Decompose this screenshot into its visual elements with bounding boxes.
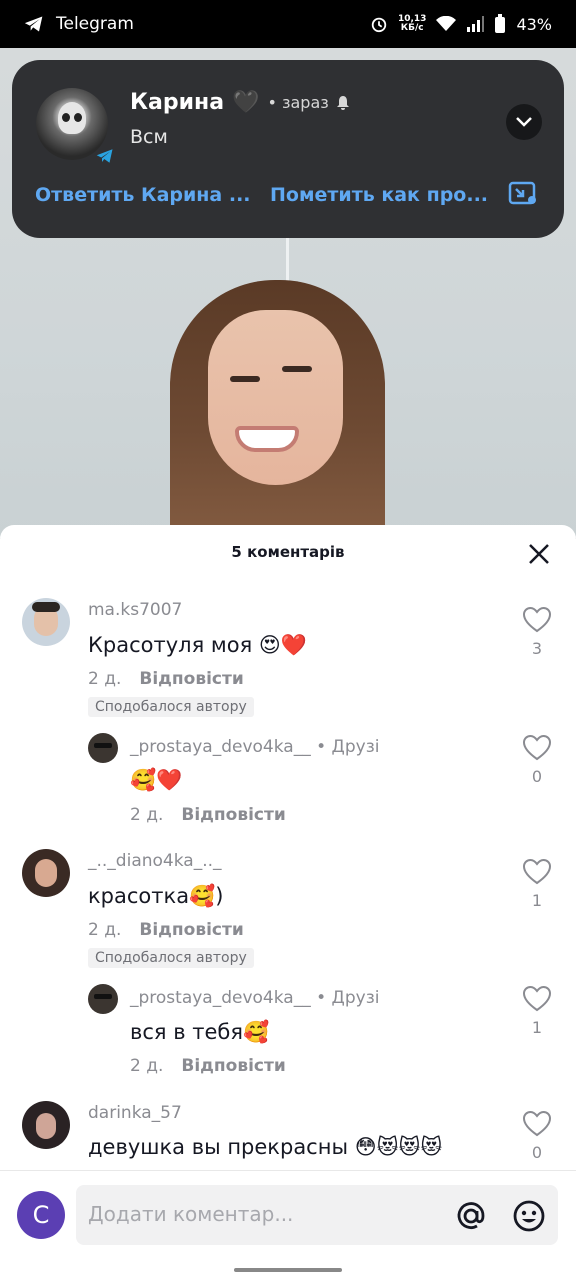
heart-outline-icon [522, 734, 552, 761]
alarm-icon [371, 17, 387, 33]
comment-age: 2 д. [130, 1056, 164, 1076]
like-button[interactable]: 0 [520, 1110, 554, 1162]
comment-age: 2 д. [88, 669, 122, 689]
comments-title: 5 коментарів [231, 543, 345, 561]
signal-icon [467, 16, 485, 32]
reply-action-button[interactable]: Ответить Карина ... [35, 184, 251, 206]
reply-username-line: _prostaya_devo4ka__ • Друзі [130, 988, 379, 1008]
at-icon[interactable] [454, 1199, 488, 1233]
chevron-down-icon [516, 117, 532, 127]
like-count: 0 [531, 767, 543, 786]
avatar[interactable] [88, 984, 118, 1014]
friend-tag: • Друзі [316, 737, 380, 757]
heart-outline-icon [522, 606, 552, 633]
telegram-icon [24, 16, 43, 32]
wifi-icon [436, 16, 457, 31]
avatar[interactable] [88, 733, 118, 763]
notification-title: Карина 🖤 • зараз [130, 90, 351, 115]
liked-by-author-badge: Сподобалося автору [88, 697, 254, 717]
comment-username[interactable]: _prostaya_devo4ka__ [130, 737, 311, 757]
comment-meta: 2 д. Відповісти [130, 1056, 286, 1076]
comment-meta: 2 д. Відповісти [88, 669, 244, 689]
avatar[interactable] [22, 598, 70, 646]
comment-meta: 2 д. Відповісти [88, 920, 244, 940]
comment-meta: 2 д. Відповісти [130, 805, 286, 825]
notification-message: Всм [130, 126, 168, 148]
battery-icon [495, 14, 506, 33]
expand-notification-button[interactable] [506, 104, 542, 140]
telegram-notification[interactable]: Карина 🖤 • зараз Всм Ответить Карина ...… [12, 60, 564, 238]
comment-text: девушка вы прекрасны 😳😻😻😻 [88, 1135, 443, 1159]
comment-input-bar: C Додати коментар... [0, 1170, 576, 1280]
like-count: 1 [531, 891, 543, 910]
status-bar: Telegram 10,13 КБ/с 43% [0, 0, 576, 48]
heart-outline-icon [522, 858, 552, 885]
comment-input[interactable]: Додати коментар... [76, 1185, 558, 1245]
comment-age: 2 д. [130, 805, 164, 825]
home-indicator [234, 1268, 342, 1272]
like-button[interactable]: 3 [520, 606, 554, 658]
notification-time: • зараз [267, 93, 329, 112]
comments-sheet: 5 коментарів ma.ks7007 Красотуля моя 😍❤️… [0, 525, 576, 1280]
status-icons: 10,13 КБ/с 43% [370, 14, 552, 34]
heart-outline-icon [522, 985, 552, 1012]
comment-username[interactable]: _.._diano4ka_.._ [88, 851, 222, 871]
reply-button[interactable]: Відповісти [181, 1056, 285, 1076]
comment-text: красотка🥰) [88, 884, 224, 908]
my-avatar[interactable]: C [17, 1191, 65, 1239]
mark-read-action-button[interactable]: Пометить как про... [270, 184, 488, 206]
status-notification-source: Telegram [24, 14, 134, 34]
avatar[interactable] [22, 849, 70, 897]
bell-icon [336, 95, 349, 110]
comment-username[interactable]: _prostaya_devo4ka__ [130, 988, 311, 1008]
like-count: 1 [531, 1018, 543, 1037]
net-speed: 10,13 КБ/с [397, 14, 427, 33]
comment-username[interactable]: darinka_57 [88, 1103, 182, 1123]
reply-button[interactable]: Відповісти [139, 920, 243, 940]
comment-text: вся в тебя🥰 [130, 1020, 270, 1044]
like-count: 0 [531, 1143, 543, 1162]
like-button[interactable]: 1 [520, 858, 554, 910]
comment-text: Красотуля моя 😍❤️ [88, 633, 307, 657]
emoji-icon[interactable] [512, 1199, 546, 1233]
status-app-name: Telegram [56, 14, 134, 34]
comment-input-placeholder: Додати коментар... [88, 1202, 294, 1226]
reply-username-line: _prostaya_devo4ka__ • Друзі [130, 737, 379, 757]
reply-button[interactable]: Відповісти [181, 805, 285, 825]
heart-outline-icon [522, 1110, 552, 1137]
reply-button[interactable]: Відповісти [139, 669, 243, 689]
like-button[interactable]: 0 [520, 734, 554, 786]
close-icon[interactable] [526, 541, 552, 567]
comment-age: 2 д. [88, 920, 122, 940]
comment-text: 🥰❤️ [130, 768, 183, 792]
like-button[interactable]: 1 [520, 985, 554, 1037]
like-count: 3 [531, 639, 543, 658]
friend-tag: • Друзі [316, 988, 380, 1008]
liked-by-author-badge: Сподобалося автору [88, 948, 254, 968]
battery-percent: 43% [516, 14, 552, 34]
sender-name: Карина [130, 90, 225, 115]
avatar[interactable] [22, 1101, 70, 1149]
comment-username[interactable]: ma.ks7007 [88, 600, 182, 620]
sender-emoji: 🖤 [232, 90, 260, 115]
telegram-badge-icon [96, 149, 113, 163]
pip-icon[interactable] [508, 180, 538, 206]
